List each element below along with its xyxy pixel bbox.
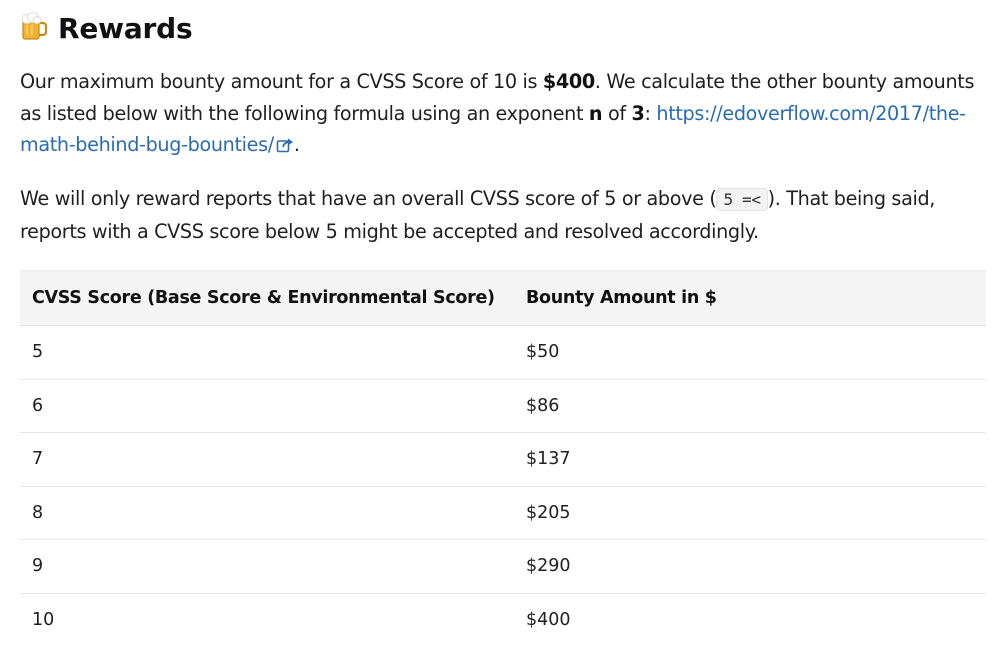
max-bounty-amount: $400 bbox=[542, 70, 595, 93]
score-threshold-code: 5 =< bbox=[716, 188, 768, 211]
cvss-score-cell: 5 bbox=[20, 325, 514, 380]
header-cvss-score: CVSS Score (Base Score & Environmental S… bbox=[20, 270, 514, 326]
exponent-symbol: n bbox=[588, 101, 603, 125]
table-header-row: CVSS Score (Base Score & Environmental S… bbox=[20, 270, 986, 326]
section-heading: Rewards bbox=[20, 8, 193, 48]
table-row: 5 $50 bbox=[20, 325, 986, 380]
table-row: 10 $400 bbox=[20, 593, 986, 646]
intro-text-4: : bbox=[644, 101, 657, 125]
cvss-score-cell: 8 bbox=[20, 486, 514, 540]
beer-mug-icon bbox=[20, 10, 48, 46]
external-link-icon[interactable] bbox=[274, 133, 294, 156]
cvss-score-cell: 6 bbox=[20, 379, 514, 433]
table-row: 8 $205 bbox=[20, 486, 986, 540]
header-bounty-amount: Bounty Amount in $ bbox=[514, 270, 986, 326]
section-title: Rewards bbox=[58, 11, 193, 45]
cvss-score-cell: 9 bbox=[20, 539, 514, 594]
intro-text-3: of bbox=[602, 101, 632, 125]
bounty-amount-cell: $86 bbox=[514, 379, 986, 433]
bounty-amount-cell: $400 bbox=[526, 609, 571, 630]
bounty-table: CVSS Score (Base Score & Environmental S… bbox=[20, 270, 986, 646]
bounty-amount-cell: $137 bbox=[514, 432, 986, 487]
bounty-amount-cell: $50 bbox=[514, 325, 986, 380]
eligibility-paragraph: We will only reward reports that have an… bbox=[20, 183, 988, 247]
intro-text-5: . bbox=[293, 133, 300, 156]
intro-paragraph: Our maximum bounty amount for a CVSS Sco… bbox=[20, 66, 988, 161]
table-row: 6 $86 bbox=[20, 379, 986, 433]
intro-text-1: Our maximum bounty amount for a CVSS Sco… bbox=[20, 70, 543, 93]
cvss-score-cell: 7 bbox=[20, 432, 514, 487]
bounty-amount-cell: $205 bbox=[514, 486, 986, 540]
table-row: 9 $290 bbox=[20, 539, 986, 594]
bounty-amount-cell: $290 bbox=[514, 539, 986, 594]
exponent-value: 3 bbox=[631, 101, 645, 125]
cvss-score-cell: 10 bbox=[32, 609, 55, 630]
table-row: 7 $137 bbox=[20, 432, 986, 487]
eligibility-text-1: We will only reward reports that have an… bbox=[20, 187, 717, 210]
page: Rewards Our maximum bounty amount for a … bbox=[0, 0, 1008, 652]
